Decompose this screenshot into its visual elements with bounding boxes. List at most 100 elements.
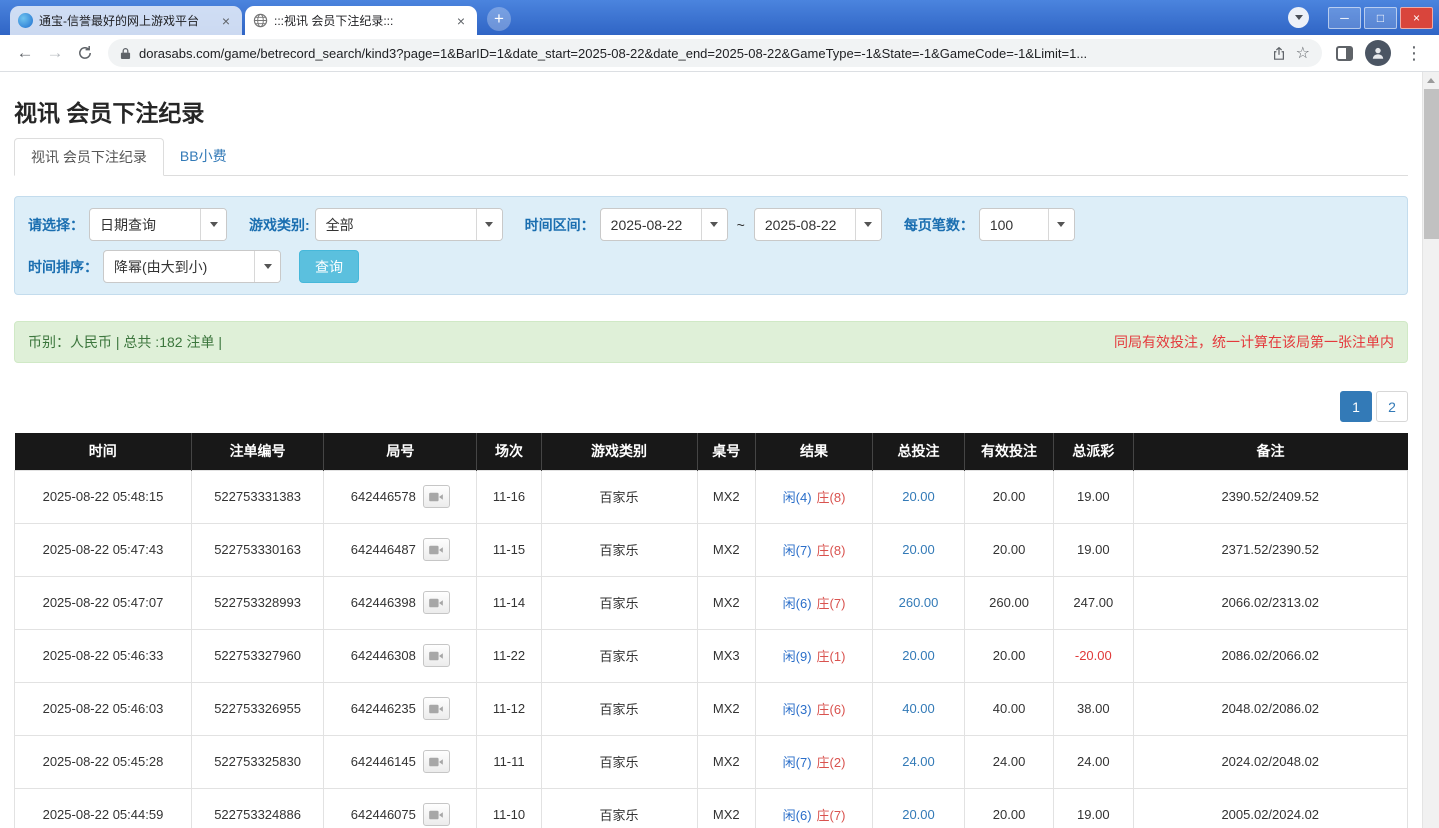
browser-tab-active[interactable]: :::视讯 会员下注纪录::: × <box>245 6 477 35</box>
cell-total-bet: 260.00 <box>873 576 965 629</box>
cell-result: 闲(3)庄(6) <box>756 682 873 735</box>
video-replay-button[interactable] <box>423 803 450 826</box>
caret-down-icon <box>864 222 872 227</box>
side-panel-icon[interactable] <box>1336 46 1353 61</box>
forward-button[interactable]: → <box>40 38 70 68</box>
total-bet-link[interactable]: 20.00 <box>902 648 935 663</box>
cell-session: 11-11 <box>477 735 541 788</box>
video-replay-button[interactable] <box>423 538 450 561</box>
tab-close-icon[interactable]: × <box>218 13 234 29</box>
refresh-button[interactable] <box>70 38 100 68</box>
column-header: 桌号 <box>697 433 756 470</box>
page-button-1[interactable]: 1 <box>1340 391 1372 422</box>
column-header: 有效投注 <box>964 433 1053 470</box>
cell-round: 642446487 <box>324 523 477 576</box>
column-header: 场次 <box>477 433 541 470</box>
tab-title: 通宝-信誉最好的网上游戏平台 <box>39 12 212 29</box>
video-replay-button[interactable] <box>423 644 450 667</box>
result-banker: 庄(8) <box>817 490 846 505</box>
search-button[interactable]: 查询 <box>299 250 359 283</box>
round-number: 642446308 <box>351 648 416 663</box>
total-bet-link[interactable]: 24.00 <box>902 754 935 769</box>
result-player: 闲(7) <box>783 755 812 770</box>
globe-favicon-icon <box>253 13 268 28</box>
total-bet-link[interactable]: 20.00 <box>902 489 935 504</box>
dropdown-button[interactable] <box>200 209 226 240</box>
url-text: dorasabs.com/game/betrecord_search/kind3… <box>139 46 1262 61</box>
cell-result: 闲(9)庄(1) <box>756 629 873 682</box>
tab-search-button[interactable] <box>1288 7 1309 28</box>
cell-payout: 24.00 <box>1054 735 1133 788</box>
tab-bb-tips[interactable]: BB小费 <box>164 138 243 175</box>
video-replay-button[interactable] <box>423 485 450 508</box>
tab-bet-records[interactable]: 视讯 会员下注纪录 <box>14 138 164 176</box>
cell-bet-id: 522753331383 <box>191 470 323 523</box>
cell-table: MX2 <box>697 682 756 735</box>
share-icon[interactable] <box>1272 46 1286 61</box>
plus-icon: + <box>494 9 504 29</box>
bookmark-star-icon[interactable]: ☆ <box>1296 43 1310 63</box>
cell-result: 闲(6)庄(7) <box>756 788 873 828</box>
back-button[interactable]: ← <box>10 38 40 68</box>
cell-payout: 247.00 <box>1054 576 1133 629</box>
site-favicon <box>18 13 33 28</box>
profile-avatar[interactable] <box>1365 40 1391 66</box>
dropdown-button[interactable] <box>701 209 727 240</box>
total-bet-link[interactable]: 40.00 <box>902 701 935 716</box>
cell-time: 2025-08-22 05:47:43 <box>15 523 192 576</box>
bet-table-body: 2025-08-22 05:48:15522753331383642446578… <box>15 470 1408 828</box>
cell-total-bet: 20.00 <box>873 788 965 828</box>
menu-dots-icon[interactable]: ⋮ <box>1399 38 1429 68</box>
video-replay-button[interactable] <box>423 750 450 773</box>
cell-table: MX2 <box>697 523 756 576</box>
dropdown-button[interactable] <box>1048 209 1074 240</box>
new-tab-button[interactable]: + <box>487 7 511 31</box>
scroll-up-arrow-icon[interactable] <box>1423 72 1439 89</box>
vertical-scrollbar[interactable] <box>1422 72 1439 828</box>
cell-table: MX3 <box>697 629 756 682</box>
scrollbar-thumb[interactable] <box>1424 89 1439 239</box>
cell-session: 11-12 <box>477 682 541 735</box>
tab-close-icon[interactable]: × <box>453 13 469 29</box>
summary-bar: 币别：人民币 | 总共 :182 注单 | 同局有效投注，统一计算在该局第一张注… <box>14 321 1408 363</box>
filter-panel: 请选择： 日期查询 游戏类别: 全部 时间区间： 2025-08-22 <box>14 196 1408 295</box>
maximize-button[interactable]: □ <box>1364 7 1397 29</box>
game-type-select[interactable]: 全部 <box>315 208 503 241</box>
video-replay-button[interactable] <box>423 697 450 720</box>
dropdown-button[interactable] <box>254 251 280 282</box>
total-bet-link[interactable]: 20.00 <box>902 542 935 557</box>
close-button[interactable]: × <box>1400 7 1433 29</box>
select-mode-label: 请选择： <box>28 215 84 235</box>
cell-total-bet: 24.00 <box>873 735 965 788</box>
date-start-select[interactable]: 2025-08-22 <box>600 208 728 241</box>
cell-note: 2024.02/2048.02 <box>1133 735 1408 788</box>
cell-round: 642446145 <box>324 735 477 788</box>
column-header: 注单编号 <box>191 433 323 470</box>
video-replay-button[interactable] <box>423 591 450 614</box>
dropdown-button[interactable] <box>476 209 502 240</box>
cell-result: 闲(7)庄(2) <box>756 735 873 788</box>
date-end-select[interactable]: 2025-08-22 <box>754 208 882 241</box>
page-size-select[interactable]: 100 <box>979 208 1075 241</box>
address-bar[interactable]: dorasabs.com/game/betrecord_search/kind3… <box>108 39 1322 67</box>
page-button-2[interactable]: 2 <box>1376 391 1408 422</box>
combo-value: 2025-08-22 <box>755 209 855 240</box>
browser-tab-inactive[interactable]: 通宝-信誉最好的网上游戏平台 × <box>10 6 242 35</box>
sort-order-select[interactable]: 降幂(由大到小) <box>103 250 281 283</box>
combo-value: 降幂(由大到小) <box>104 251 254 282</box>
cell-session: 11-14 <box>477 576 541 629</box>
currency-total-text: 币别：人民币 | 总共 :182 注单 | <box>28 332 222 352</box>
caret-down-icon <box>264 264 272 269</box>
bet-table-header-row: 时间注单编号局号场次游戏类别桌号结果总投注有效投注总派彩备注 <box>15 433 1408 470</box>
cell-table: MX2 <box>697 576 756 629</box>
table-row: 2025-08-22 05:46:33522753327960642446308… <box>15 629 1408 682</box>
total-bet-link[interactable]: 260.00 <box>899 595 939 610</box>
total-bet-link[interactable]: 20.00 <box>902 807 935 822</box>
round-number: 642446578 <box>351 489 416 504</box>
date-mode-select[interactable]: 日期查询 <box>89 208 227 241</box>
minimize-button[interactable]: ─ <box>1328 7 1361 29</box>
dropdown-button[interactable] <box>855 209 881 240</box>
column-header: 时间 <box>15 433 192 470</box>
result-player: 闲(7) <box>783 543 812 558</box>
side-panel-fill <box>1346 48 1351 59</box>
